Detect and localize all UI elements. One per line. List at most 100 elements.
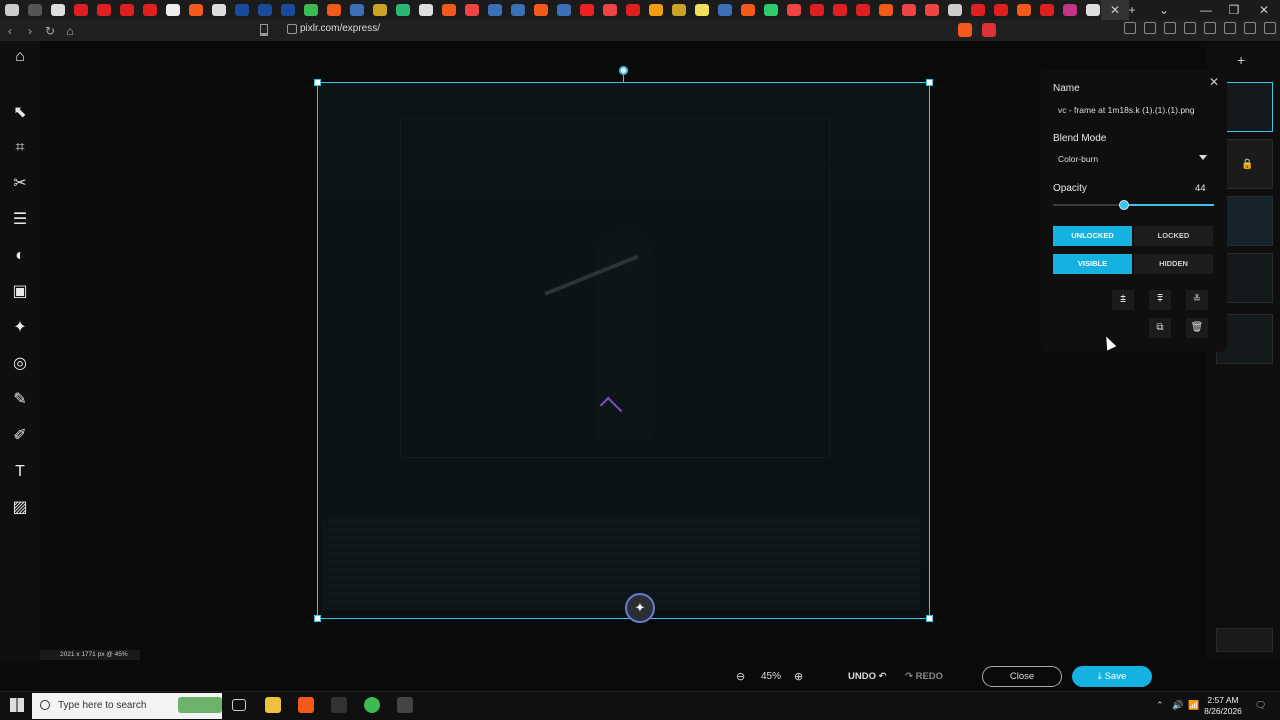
cutout-tool-icon[interactable]: ✂ <box>8 172 32 196</box>
wallet-icon[interactable] <box>1204 22 1216 34</box>
tab-favicon-icon[interactable] <box>211 4 226 16</box>
youtube-icon[interactable] <box>96 4 111 16</box>
save-button[interactable]: ⤓ Save <box>1072 666 1152 687</box>
brave-icon[interactable] <box>878 4 893 16</box>
tab-favicon-icon[interactable] <box>27 4 42 16</box>
wordpress-icon[interactable] <box>510 4 525 16</box>
taskbar-clock[interactable]: 2:57 AM 8/26/2026 <box>1203 695 1243 717</box>
chrome-icon[interactable] <box>303 4 318 16</box>
unlocked-toggle[interactable]: UNLOCKED <box>1053 226 1132 246</box>
tab-favicon-icon[interactable] <box>1085 4 1100 16</box>
reload-icon[interactable]: ↻ <box>40 24 60 38</box>
resize-handle[interactable] <box>926 615 933 622</box>
adjust-tool-icon[interactable]: ☰ <box>8 208 32 232</box>
tab-favicon-icon[interactable] <box>234 4 249 16</box>
youtube-icon[interactable] <box>993 4 1008 16</box>
wordpress-icon[interactable] <box>165 4 180 16</box>
tab-favicon-icon[interactable] <box>602 4 617 16</box>
instagram-icon[interactable] <box>1062 4 1077 16</box>
resize-handle[interactable] <box>314 615 321 622</box>
youtube-icon[interactable] <box>142 4 157 16</box>
menu-icon[interactable] <box>1264 22 1276 34</box>
opacity-slider-thumb[interactable] <box>1118 200 1129 210</box>
url-text[interactable]: pixlr.com/express/ <box>300 23 380 34</box>
bookmark-icon[interactable] <box>260 24 268 36</box>
tab-favicon-icon[interactable] <box>924 4 939 16</box>
opacity-slider[interactable] <box>1053 200 1214 210</box>
brave-taskbar-icon[interactable] <box>298 697 314 713</box>
windows-start-icon[interactable] <box>10 698 24 712</box>
forward-icon[interactable]: › <box>20 24 40 38</box>
brave-rewards-icon[interactable] <box>982 23 996 37</box>
rotate-handle[interactable] <box>619 66 628 75</box>
app-taskbar-icon[interactable] <box>397 697 413 713</box>
close-icon[interactable]: ✕ <box>1209 75 1219 89</box>
tab-favicon-icon[interactable] <box>671 4 686 16</box>
brave-icon[interactable] <box>1016 4 1031 16</box>
youtube-icon[interactable] <box>1039 4 1054 16</box>
audio-app-icon[interactable] <box>331 697 347 713</box>
tab-favicon-icon[interactable] <box>280 4 295 16</box>
youtube-icon[interactable] <box>832 4 847 16</box>
back-icon[interactable]: ‹ <box>0 24 20 38</box>
filter-tool-icon[interactable]: ◐ <box>8 244 32 268</box>
undo-button[interactable]: UNDO ↶ <box>848 671 887 682</box>
arrange-tool-icon[interactable]: ⬉ <box>8 101 32 125</box>
tab-favicon-icon[interactable] <box>579 4 594 16</box>
tab-favicon-icon[interactable] <box>418 4 433 16</box>
home-icon[interactable]: ⌂ <box>60 24 80 38</box>
file-explorer-icon[interactable] <box>265 697 281 713</box>
home-icon[interactable]: ⌂ <box>8 45 32 69</box>
layer-name-input[interactable]: vc - frame at 1m18s.k (1).(1).(1).png <box>1053 101 1214 119</box>
zoom-in-icon[interactable]: ⊕ <box>794 670 803 683</box>
locked-toggle[interactable]: LOCKED <box>1134 226 1213 246</box>
site-info-icon[interactable] <box>287 24 297 34</box>
tab-favicon-icon[interactable] <box>648 4 663 16</box>
ai-tool-icon[interactable]: ✦ <box>8 316 32 340</box>
layer-thumb-background[interactable] <box>1216 628 1273 652</box>
youtube-icon[interactable] <box>119 4 134 16</box>
taskbar-promo-icon[interactable] <box>178 697 222 713</box>
blend-mode-select[interactable]: Color-burn <box>1053 150 1214 168</box>
tray-chevron-icon[interactable]: ⌃ <box>1156 700 1164 711</box>
tab-favicon-icon[interactable] <box>717 4 732 16</box>
new-tab-icon[interactable]: + <box>1118 0 1146 20</box>
brave-icon[interactable] <box>441 4 456 16</box>
task-view-icon[interactable] <box>232 699 246 711</box>
hidden-toggle[interactable]: HIDDEN <box>1134 254 1213 274</box>
brave-icon[interactable] <box>188 4 203 16</box>
youtube-icon[interactable] <box>73 4 88 16</box>
text-tool-icon[interactable]: T <box>8 460 32 484</box>
tab-favicon-icon[interactable] <box>257 4 272 16</box>
wordpress-icon[interactable] <box>349 4 364 16</box>
tab-favicon-icon[interactable] <box>50 4 65 16</box>
liquify-tool-icon[interactable]: ◎ <box>8 352 32 376</box>
duplicate-icon[interactable]: ⧉ <box>1149 318 1171 338</box>
tab-favicon-icon[interactable] <box>786 4 801 16</box>
network-icon[interactable]: 📶 <box>1188 700 1199 711</box>
youtube-icon[interactable] <box>855 4 870 16</box>
speaker-icon[interactable]: 🔊 <box>1172 700 1183 711</box>
add-layer-icon[interactable]: + <box>1237 52 1245 68</box>
tab-favicon-icon[interactable] <box>4 4 19 16</box>
vpn-icon[interactable] <box>1244 22 1256 34</box>
resize-handle[interactable] <box>314 79 321 86</box>
pattern-tool-icon[interactable]: ▨ <box>8 496 32 520</box>
notification-icon[interactable]: 🗨 <box>1255 700 1266 711</box>
tab-search-icon[interactable]: ⌄ <box>1150 0 1178 20</box>
window-close-icon[interactable]: ✕ <box>1250 0 1278 20</box>
tab-favicon-icon[interactable] <box>395 4 410 16</box>
youtube-icon[interactable] <box>970 4 985 16</box>
heal-tool-icon[interactable]: ✎ <box>8 388 32 412</box>
tab-favicon-icon[interactable] <box>901 4 916 16</box>
tab-favicon-icon[interactable] <box>372 4 387 16</box>
close-button[interactable]: Close <box>982 666 1062 687</box>
draw-tool-icon[interactable]: ✐ <box>8 424 32 448</box>
leo-icon[interactable] <box>1224 22 1236 34</box>
tab-favicon-icon[interactable] <box>694 4 709 16</box>
tab-favicon-icon[interactable] <box>947 4 962 16</box>
tab-favicon-icon[interactable] <box>464 4 479 16</box>
maximize-icon[interactable]: ❐ <box>1220 0 1248 20</box>
wordpress-icon[interactable] <box>487 4 502 16</box>
redo-button[interactable]: ↷ REDO <box>905 671 943 682</box>
